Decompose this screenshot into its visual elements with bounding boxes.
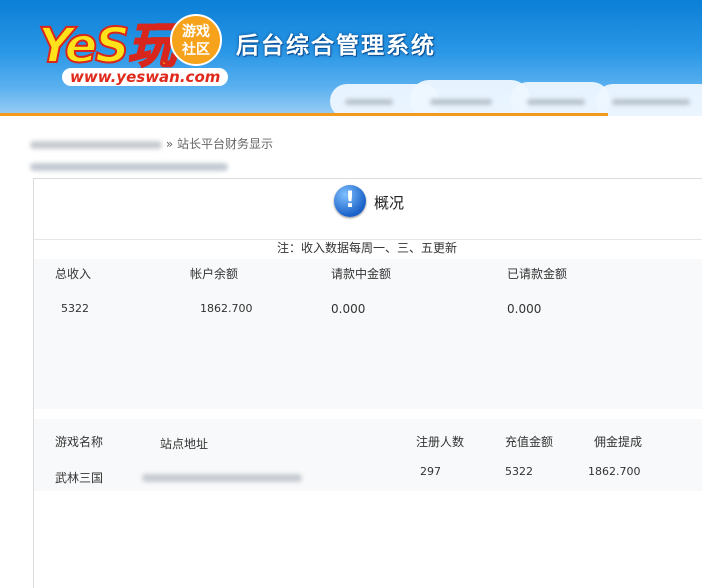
breadcrumb: » 站长平台财务显示 <box>30 135 273 153</box>
logo-badge: 游戏 社区 <box>170 14 222 66</box>
col-registered: 注册人数 <box>416 435 465 449</box>
header-withdrawn-amount: 已请款金额 <box>507 267 568 281</box>
col-site-address: 站点地址 <box>160 437 209 451</box>
header-divider <box>0 113 608 116</box>
logo-url: www.yeswan.com <box>62 68 229 86</box>
system-title: 后台综合管理系统 <box>236 33 436 59</box>
site-logo[interactable]: YeS玩 游戏 社区 www.yeswan.com <box>30 4 230 96</box>
breadcrumb-parent-blurred[interactable] <box>30 140 162 149</box>
breadcrumb-current: 站长平台财务显示 <box>177 137 274 151</box>
value-account-balance: 1862.700 <box>200 302 253 315</box>
col-commission: 佣金提成 <box>594 435 643 449</box>
nav-link-blurred[interactable] <box>612 99 690 105</box>
cell-commission: 1862.700 <box>588 465 641 478</box>
subheader-blurred <box>30 163 228 171</box>
cell-recharge: 5322 <box>505 465 533 478</box>
games-table: 游戏名称 站点地址 注册人数 充值金额 佣金提成 武林三国 297 5322 1… <box>34 419 702 491</box>
header-account-balance: 帐户余额 <box>190 267 239 281</box>
header-banner: YeS玩 游戏 社区 www.yeswan.com 后台综合管理系统 <box>0 0 702 116</box>
nav-link-blurred[interactable] <box>430 99 492 105</box>
value-pending-withdrawal: 0.000 <box>331 302 366 316</box>
overview-panel: ! 概况 注：收入数据每周一、三、五更新 总收入 帐户余额 请款中金额 已请款金… <box>33 178 702 588</box>
panel-title: 概况 <box>374 194 405 212</box>
header-total-income: 总收入 <box>55 267 92 281</box>
cell-site-address-blurred[interactable] <box>142 474 302 482</box>
logo-wordmark: YeS玩 <box>37 17 177 75</box>
col-game-name: 游戏名称 <box>55 435 104 449</box>
header-pending-withdrawal: 请款中金额 <box>331 267 392 281</box>
breadcrumb-separator: » <box>165 137 174 151</box>
value-withdrawn-amount: 0.000 <box>507 302 542 316</box>
panel-header: ! 概况 <box>34 179 702 240</box>
col-recharge: 充值金额 <box>505 435 554 449</box>
nav-link-blurred[interactable] <box>345 99 393 105</box>
summary-section: 总收入 帐户余额 请款中金额 已请款金额 5322 1862.700 0.000… <box>34 259 702 409</box>
info-icon: ! <box>334 185 366 217</box>
cell-registered: 297 <box>420 465 441 478</box>
value-total-income: 5322 <box>61 302 89 315</box>
update-note: 注：收入数据每周一、三、五更新 <box>277 241 458 255</box>
nav-link-blurred[interactable] <box>527 99 585 105</box>
cell-game-name: 武林三国 <box>55 471 104 485</box>
